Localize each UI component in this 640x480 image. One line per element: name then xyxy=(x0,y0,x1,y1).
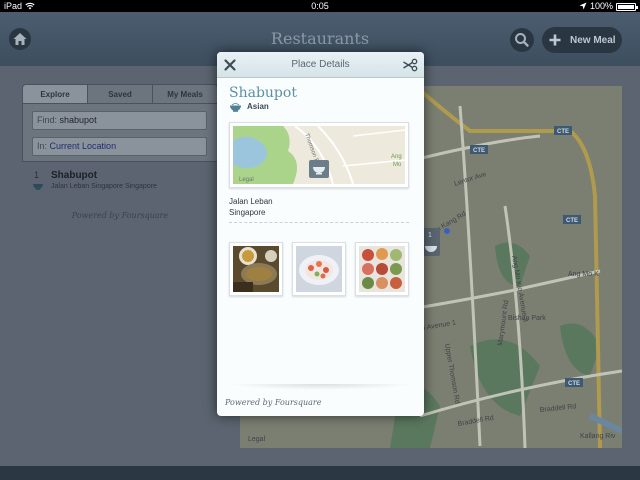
place-details-modal: Place Details Shabupot Asian Thomson Rd … xyxy=(217,52,424,416)
status-bar: iPad 0:05 100% xyxy=(0,0,640,12)
search-form: Find: shabupot In: Current Location xyxy=(22,104,218,162)
powered-by-label: Powered by Foursquare xyxy=(71,211,169,220)
map-label: Mo xyxy=(393,162,402,168)
find-label: Find: xyxy=(37,115,58,125)
location-arrow-icon xyxy=(579,2,587,10)
tab-explore[interactable]: Explore xyxy=(23,85,88,103)
photo-thumbnail[interactable] xyxy=(292,242,346,296)
map-highway-badge: CTE xyxy=(557,129,569,135)
find-value: shabupot xyxy=(59,115,97,125)
battery-percent: 100% xyxy=(589,1,613,11)
clock: 0:05 xyxy=(311,1,329,11)
map-thumbnail: Thomson Rd Ang Mo Legal xyxy=(233,126,405,184)
list-item[interactable]: 1 Shabupot Jalan Leban Singapore Singapo… xyxy=(26,168,216,194)
divider xyxy=(229,222,409,223)
place-map[interactable]: Thomson Rd Ang Mo Legal xyxy=(229,122,409,188)
modal-header: Place Details xyxy=(217,52,424,78)
explore-panel: Explore Saved My Meals Find: shabupot In… xyxy=(22,84,218,430)
ipad-screen: iPad 0:05 100% Restaurants New Meal Expl… xyxy=(0,0,640,480)
map-pin-number: 1 xyxy=(428,232,432,239)
tab-my-meals[interactable]: My Meals xyxy=(153,85,217,103)
photo-thumbnail[interactable] xyxy=(355,242,409,296)
modal-title: Place Details xyxy=(291,59,350,70)
tab-bar: Explore Saved My Meals xyxy=(22,84,218,104)
food-photo xyxy=(359,246,405,292)
map-legal-label: Legal xyxy=(248,436,266,443)
new-meal-label: New Meal xyxy=(570,34,616,46)
map-legal-label: Legal xyxy=(239,177,254,183)
map-label: Ang Mo K xyxy=(568,271,599,278)
scissors-icon[interactable] xyxy=(402,58,418,72)
powered-by-label: Powered by Foursquare xyxy=(225,398,322,407)
bottom-toolbar xyxy=(0,466,640,480)
map-highway-badge: CTE xyxy=(568,381,580,387)
food-photo xyxy=(296,246,342,292)
address-line-2: Singapore xyxy=(229,208,266,217)
place-name: Shabupot xyxy=(229,85,297,101)
location-field[interactable]: In: Current Location xyxy=(32,137,207,156)
cuisine-label: Asian xyxy=(247,102,269,111)
result-name: Shabupot xyxy=(51,170,98,181)
battery-icon xyxy=(616,2,638,11)
address-line-1: Jalan Leban xyxy=(229,197,273,206)
find-field[interactable]: Find: shabupot xyxy=(32,111,207,130)
map-label: Kallang Riv xyxy=(580,433,616,440)
map-highway-badge: CTE xyxy=(473,148,485,154)
new-meal-button[interactable]: New Meal xyxy=(542,27,622,53)
bowl-icon xyxy=(33,184,43,190)
map-highway-badge: CTE xyxy=(566,218,578,224)
result-number: 1 xyxy=(34,170,40,180)
tab-saved[interactable]: Saved xyxy=(88,85,153,103)
search-button[interactable] xyxy=(510,28,534,52)
location-value: Current Location xyxy=(49,141,117,151)
plus-icon xyxy=(549,34,561,46)
result-address: Jalan Leban Singapore Singapore xyxy=(51,183,157,190)
food-photo xyxy=(233,246,279,292)
photo-thumbnail[interactable] xyxy=(229,242,283,296)
search-icon xyxy=(515,33,529,47)
in-label: In: xyxy=(37,141,48,151)
map-pin xyxy=(309,160,329,178)
map-label: Ang xyxy=(391,154,402,160)
bowl-icon xyxy=(230,103,241,112)
